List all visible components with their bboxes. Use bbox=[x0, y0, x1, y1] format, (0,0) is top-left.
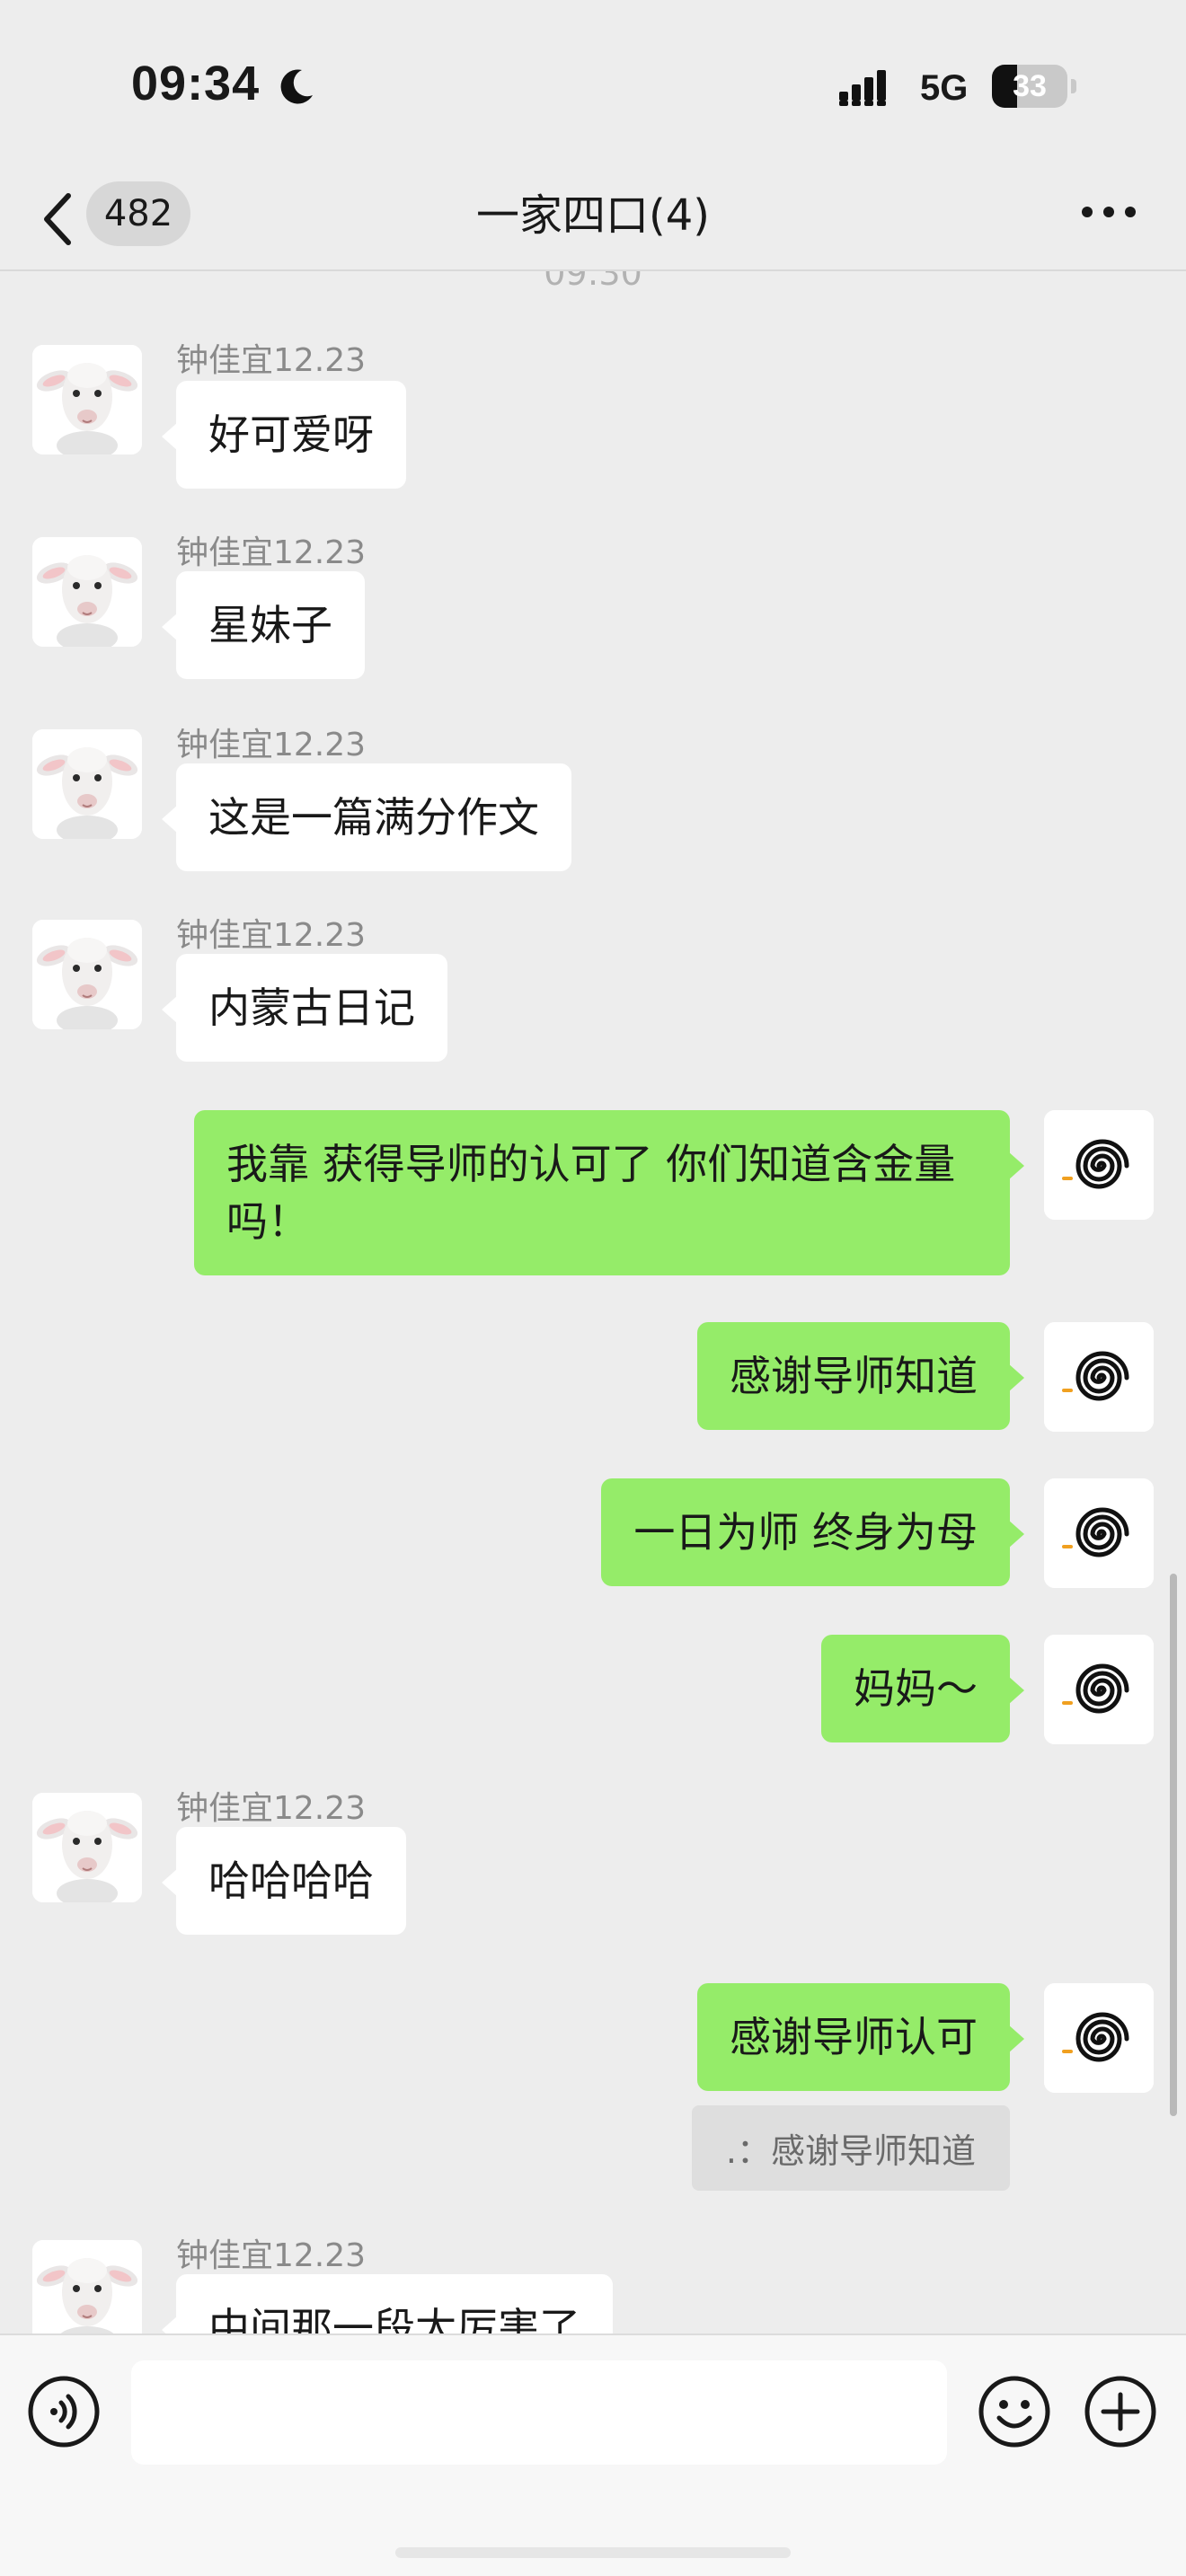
status-time: 09:34 bbox=[131, 57, 261, 110]
avatar-spiral[interactable] bbox=[1044, 1110, 1154, 1220]
message-bubble-incoming[interactable]: 哈哈哈哈 bbox=[162, 1827, 406, 1935]
spiral-avatar-icon bbox=[1044, 1983, 1154, 2093]
avatar-spiral[interactable] bbox=[1044, 1478, 1154, 1588]
sender-name: 钟佳宜12.23 bbox=[176, 2237, 367, 2274]
spiral-avatar-icon bbox=[1044, 1478, 1154, 1588]
lamb-avatar-icon bbox=[32, 537, 142, 647]
message-bubble-incoming[interactable]: 好可爱呀 bbox=[162, 381, 406, 489]
lamb-avatar-icon bbox=[32, 1793, 142, 1902]
avatar-lamb[interactable] bbox=[32, 920, 142, 1029]
message-list[interactable]: 09:30 钟佳宜12.23 好可爱呀 钟佳宜12.23 星妹子 钟佳宜12.2… bbox=[0, 271, 1186, 2333]
message-bubble-incoming[interactable]: 星妹子 bbox=[162, 571, 365, 679]
message-bubble-incoming[interactable]: 内蒙古日记 bbox=[162, 954, 447, 1062]
lamb-avatar-icon bbox=[32, 2240, 142, 2333]
home-indicator[interactable] bbox=[395, 2547, 791, 2558]
sender-name: 钟佳宜12.23 bbox=[176, 342, 367, 379]
quoted-message[interactable]: .：感谢导师知道 bbox=[691, 2105, 1010, 2191]
avatar-spiral[interactable] bbox=[1044, 1322, 1154, 1432]
status-bar: 09:34 5G 33 bbox=[0, 0, 1186, 171]
voice-icon[interactable] bbox=[27, 2375, 101, 2448]
lamb-avatar-icon bbox=[32, 729, 142, 839]
battery-percent: 33 bbox=[1013, 69, 1047, 103]
message-bubble-outgoing[interactable]: 我靠 获得导师的认可了 你们知道含金量吗！ bbox=[194, 1110, 1024, 1275]
avatar-spiral[interactable] bbox=[1044, 1635, 1154, 1744]
message-bubble-outgoing[interactable]: 妈妈～ bbox=[821, 1635, 1024, 1742]
plus-icon[interactable] bbox=[1084, 2375, 1157, 2448]
message-bubble-incoming[interactable]: 中间那一段太厉害了 bbox=[162, 2274, 613, 2333]
input-bar bbox=[0, 2333, 1186, 2576]
avatar-lamb[interactable] bbox=[32, 1793, 142, 1902]
battery-icon: 33 bbox=[992, 65, 1067, 108]
signal-strength-icon bbox=[839, 70, 886, 106]
sender-name: 钟佳宜12.23 bbox=[176, 727, 367, 763]
sender-name: 钟佳宜12.23 bbox=[176, 534, 367, 571]
unread-count-badge[interactable]: 482 bbox=[86, 181, 190, 246]
lamb-avatar-icon bbox=[32, 920, 142, 1029]
back-chevron-icon[interactable] bbox=[40, 190, 75, 248]
avatar-spiral[interactable] bbox=[1044, 1983, 1154, 2093]
message-timestamp: 09:30 bbox=[544, 271, 642, 293]
spiral-avatar-icon bbox=[1044, 1322, 1154, 1432]
emoji-icon[interactable] bbox=[978, 2375, 1051, 2448]
avatar-lamb[interactable] bbox=[32, 2240, 142, 2333]
message-bubble-outgoing[interactable]: 感谢导师认可 bbox=[697, 1983, 1024, 2091]
sender-name: 钟佳宜12.23 bbox=[176, 917, 367, 954]
spiral-avatar-icon bbox=[1044, 1110, 1154, 1220]
message-bubble-outgoing[interactable]: 一日为师 终身为母 bbox=[601, 1478, 1024, 1586]
moon-icon bbox=[280, 69, 313, 104]
message-input[interactable] bbox=[131, 2360, 947, 2465]
scrollbar-thumb[interactable] bbox=[1170, 1574, 1177, 2116]
message-bubble-incoming[interactable]: 这是一篇满分作文 bbox=[162, 763, 571, 871]
battery-tip bbox=[1071, 79, 1076, 93]
more-icon[interactable] bbox=[1080, 198, 1137, 226]
nav-bar: 一家四口(4) 482 bbox=[0, 171, 1186, 271]
lamb-avatar-icon bbox=[32, 345, 142, 454]
avatar-lamb[interactable] bbox=[32, 729, 142, 839]
message-bubble-outgoing[interactable]: 感谢导师知道 bbox=[697, 1322, 1024, 1430]
network-type: 5G bbox=[920, 68, 969, 108]
sender-name: 钟佳宜12.23 bbox=[176, 1790, 367, 1827]
avatar-lamb[interactable] bbox=[32, 345, 142, 454]
spiral-avatar-icon bbox=[1044, 1635, 1154, 1744]
avatar-lamb[interactable] bbox=[32, 537, 142, 647]
